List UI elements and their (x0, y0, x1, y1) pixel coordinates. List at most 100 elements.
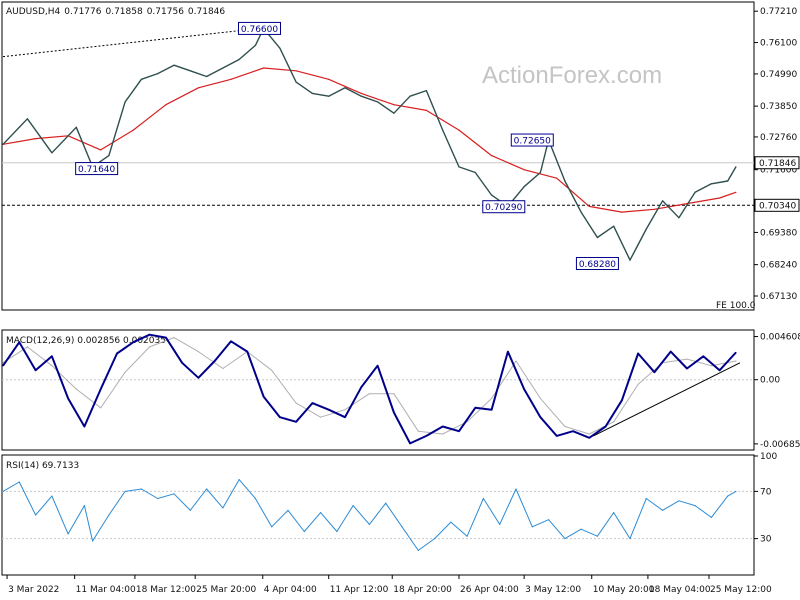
price-line-point (458, 166, 460, 168)
macd-main-point (116, 352, 118, 355)
price-line-point (580, 211, 582, 213)
price-line-point (108, 155, 110, 157)
macd-main-point (311, 402, 313, 404)
ma-line-point (719, 197, 721, 199)
macd-main-point (393, 411, 395, 414)
rsi-line-point (710, 516, 713, 519)
macd-panel-frame (1, 329, 755, 451)
rsi-line-point (645, 497, 647, 500)
rsi-line-point (124, 490, 126, 492)
macd-main-point (246, 351, 248, 353)
rsi-panel: RSI(14) 69.7133 100 70 30 (1, 452, 777, 576)
ma-line-point (100, 149, 102, 151)
rsi-line-point (482, 497, 484, 500)
price-line-point (75, 126, 77, 128)
rsi-line-point (531, 526, 533, 528)
macd-main-point (35, 369, 37, 371)
ma-line-point (328, 78, 330, 80)
price-axis-marker-text: 0.71846 (759, 159, 796, 169)
price-line-point (140, 78, 142, 80)
macd-signal-point (197, 351, 199, 353)
price-panel: ActionForex.com AUDUSD,H4 0.71776 0.71858 0… (1, 1, 800, 311)
price-axis-tick-label: 0.73850 (760, 102, 797, 112)
price-axis-tick-label: 0.76100 (760, 39, 797, 49)
rsi-line-point (108, 514, 110, 516)
rsi-line-point (271, 526, 273, 528)
price-label-text: 0.71640 (78, 165, 115, 175)
ma-line-point (132, 129, 134, 131)
ma-line-point (556, 177, 558, 179)
price-line-point (662, 200, 664, 202)
macd-signal-point (295, 402, 297, 404)
macd-signal-point (637, 383, 639, 385)
price-panel-frame (1, 1, 755, 311)
price-line-point (189, 70, 191, 72)
macd-signal-point (417, 430, 419, 432)
macd-main-point (18, 341, 20, 343)
header-high: 0.71858 (105, 7, 142, 17)
macd-main-point (344, 416, 346, 418)
macd-main-point (425, 435, 427, 437)
rsi-line-point (417, 549, 419, 552)
rsi-line-point (18, 481, 20, 483)
macd-main-point (295, 421, 297, 423)
macd-signal-point (564, 425, 566, 428)
price-line-point (613, 225, 615, 227)
time-tick-label: 4 Apr 04:00 (264, 585, 317, 595)
price-line-point (425, 90, 427, 92)
macd-signal-point (149, 346, 151, 348)
ma-line-point (735, 191, 737, 193)
macd-signal-point (710, 365, 713, 367)
ma-line-point (393, 104, 395, 106)
rsi-axis-ticks: 100 70 30 (754, 452, 777, 545)
macd-main-point (263, 396, 265, 398)
macd-signal-point (686, 358, 688, 360)
rsi-line-point (564, 538, 566, 540)
macd-axis-ticks: 0.004608 0.00 -0.006853 (754, 333, 800, 450)
macd-signal-point (26, 346, 28, 348)
price-line-point (539, 171, 542, 174)
rsi-line-point (35, 514, 37, 516)
macd-signal-point (124, 371, 126, 373)
price-label: 0.70290 (482, 200, 526, 214)
price-label: 0.71640 (75, 162, 119, 176)
time-tick-label: 25 Mar 20:00 (196, 585, 256, 595)
price-line-point (735, 166, 737, 168)
macd-main-point (149, 334, 151, 336)
macd-panel: MACD(12,26,9) 0.002856 0.002035 0.004608… (1, 329, 800, 451)
macd-signal-point (320, 416, 322, 418)
macd-main-point (556, 435, 558, 437)
macd-signal-point (271, 369, 273, 371)
rsi-line-point (92, 540, 94, 542)
macd-main-point (197, 377, 199, 379)
time-axis: 3 Mar 2022 11 Mar 04:00 18 Mar 12:00 25 Mar… (6, 575, 772, 595)
rsi-panel-frame (1, 454, 755, 576)
macd-main-point (474, 407, 476, 409)
price-line-point (645, 228, 647, 230)
price-label: 0.72650 (510, 133, 554, 147)
fib-label: FE 100.0 (716, 301, 756, 311)
price-label: 0.76600 (238, 21, 281, 35)
price-label: 0.68280 (575, 257, 619, 271)
price-line-point (124, 101, 126, 103)
macd-signal-point (442, 433, 444, 435)
macd-main-point (605, 425, 607, 428)
macd-signal-point (344, 409, 346, 411)
rsi-line-point (466, 535, 468, 537)
price-axis-tick-label: 0.68240 (760, 261, 797, 271)
price-label-text: 0.70290 (485, 203, 522, 213)
price-axis-marker: 0.70340 (754, 198, 800, 212)
rsi-line-point (206, 488, 208, 490)
macd-signal-point (515, 360, 517, 362)
macd-main-point (51, 355, 53, 357)
rsi-line-point (189, 509, 191, 511)
rsi-label: RSI(14) 69.7133 (6, 461, 79, 471)
macd-main-point (588, 437, 590, 439)
macd-main-point (328, 409, 330, 411)
macd-main-point (491, 409, 493, 411)
macd-main-point (181, 362, 183, 364)
macd-main-point (572, 430, 574, 432)
macd-main-point (670, 351, 672, 353)
macd-main-point (100, 388, 102, 390)
price-line-point (238, 58, 240, 61)
